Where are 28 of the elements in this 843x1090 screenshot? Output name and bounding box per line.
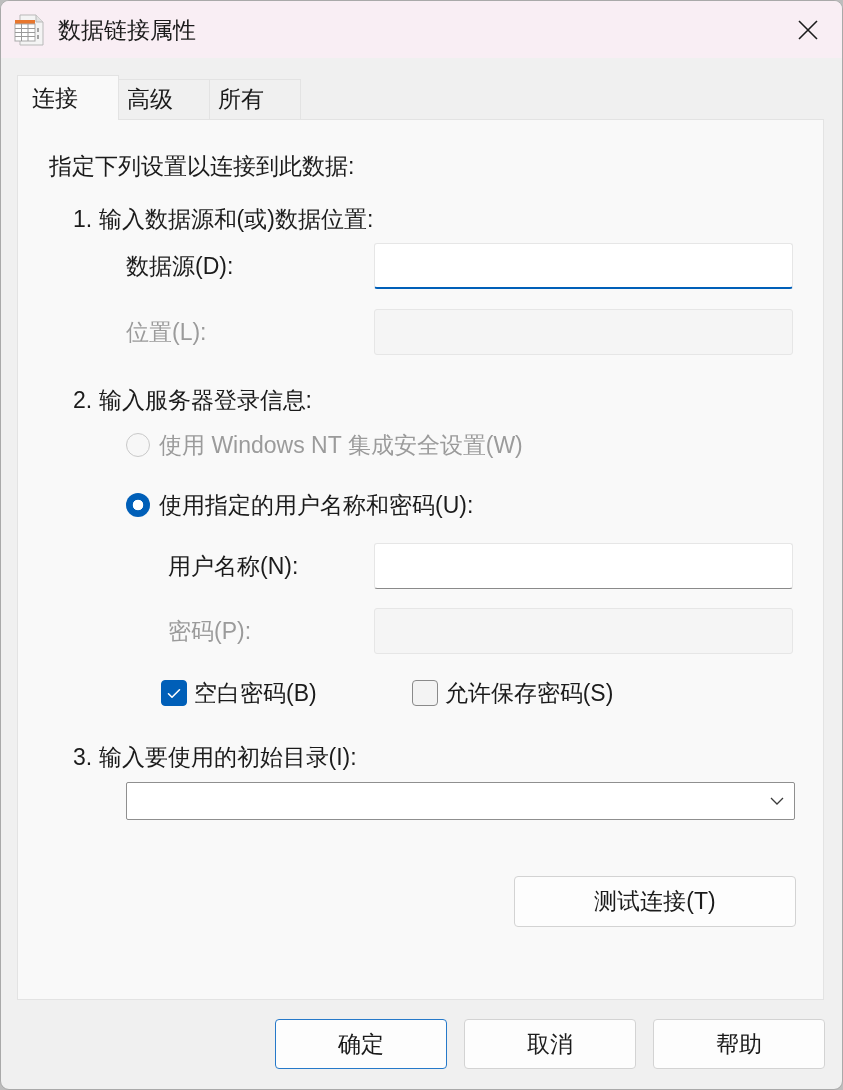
field-label: 数据源(D): xyxy=(126,251,234,281)
tab[interactable]: 所有 xyxy=(209,79,301,119)
field-label: 密码(P): xyxy=(168,616,252,646)
tab[interactable]: 连接 xyxy=(17,75,119,120)
checkmark-icon xyxy=(167,687,181,699)
section-heading: 1. 输入数据源和(或)数据位置: xyxy=(73,204,374,234)
field-label: 用户名称(N): xyxy=(168,551,299,581)
dialog-button[interactable]: 帮助 xyxy=(653,1019,825,1069)
radio-label[interactable]: 使用指定的用户名称和密码(U): xyxy=(159,489,474,521)
close-icon xyxy=(798,19,818,40)
checkbox[interactable] xyxy=(411,680,438,706)
window-title: 数据链接属性 xyxy=(58,15,196,45)
text-field[interactable] xyxy=(374,243,793,289)
checkbox-label[interactable]: 允许保存密码(S) xyxy=(444,677,614,709)
section-heading: 2. 输入服务器登录信息: xyxy=(73,385,312,415)
checkbox-label[interactable]: 空白密码(B) xyxy=(194,677,317,709)
dialog-button[interactable]: 确定 xyxy=(275,1019,447,1069)
text-field[interactable] xyxy=(374,543,793,589)
spreadsheet-document-icon xyxy=(14,13,44,46)
dialog-button[interactable]: 取消 xyxy=(464,1019,636,1069)
section-heading: 3. 输入要使用的初始目录(I): xyxy=(73,742,357,772)
checkbox[interactable] xyxy=(161,680,187,706)
field-label: 位置(L): xyxy=(126,317,207,347)
catalog-dropdown[interactable] xyxy=(126,782,795,820)
test-connection-button[interactable]: 测试连接(T) xyxy=(514,876,796,927)
radio-button[interactable] xyxy=(126,493,150,517)
chevron-down-icon xyxy=(770,797,784,805)
instruction-text: 指定下列设置以连接到此数据: xyxy=(49,151,355,181)
